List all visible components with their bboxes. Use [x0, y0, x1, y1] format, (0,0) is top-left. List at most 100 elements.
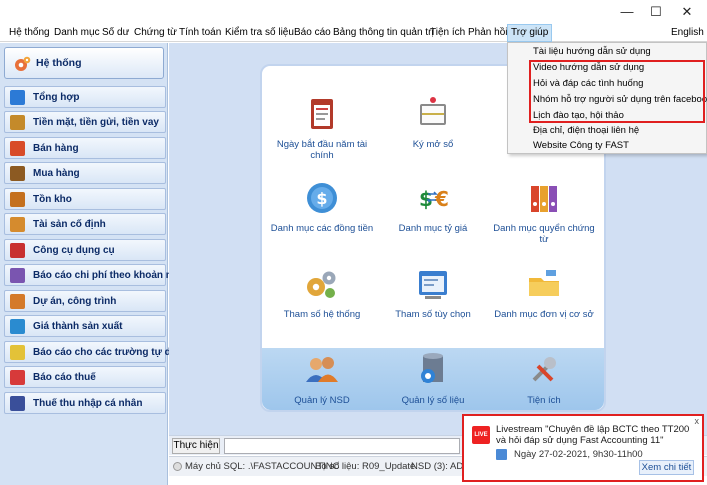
sidebar-item-label: Tổng hợp [33, 92, 80, 103]
tile-danh-muc-don-vi[interactable]: Danh mục đơn vị cơ sở [489, 264, 599, 320]
menu-danh-muc[interactable]: Danh mục [54, 24, 100, 42]
view-details-button[interactable]: Xem chi tiết [639, 460, 694, 475]
menu-so-du[interactable]: Số dư [102, 24, 129, 42]
module-icon [10, 370, 25, 385]
notification-message: Livestream "Chuyên đề lập BCTC theo TT20… [496, 424, 690, 446]
command-input[interactable] [224, 438, 460, 454]
module-icon [10, 319, 25, 334]
connection-status-icon [173, 462, 182, 471]
close-button[interactable]: ✕ [673, 3, 701, 21]
sidebar-item[interactable]: Tài sản cố định [4, 213, 166, 235]
dollar-coin-icon: $ [307, 183, 337, 213]
sidebar-item[interactable]: Công cụ dụng cụ [4, 239, 166, 261]
sidebar-header-label: Hệ thống [36, 57, 82, 69]
tile-tham-so-he-thong[interactable]: Tham số hệ thống [267, 264, 377, 320]
module-icon [10, 217, 25, 232]
sidebar-item-label: Mua hàng [33, 168, 80, 179]
menu-tro-giup[interactable]: Trợ giúp [507, 24, 553, 42]
gears-icon [307, 271, 336, 298]
sidebar-item[interactable]: Tổng hợp [4, 86, 166, 108]
binders-icon [531, 186, 557, 212]
menu-phan-hoi[interactable]: Phản hồi [468, 24, 507, 42]
menu-bar: Hệ thống Danh mục Số dư Chứng từ Tính to… [0, 24, 707, 42]
tools-icon [532, 357, 556, 382]
tile-label: Danh mục các đồng tiền [270, 223, 374, 234]
tile-label: Ký mở sổ [412, 139, 454, 150]
tile-label: Danh mục đơn vị cơ sở [494, 309, 594, 320]
sidebar-item-label: Bán hàng [33, 143, 79, 154]
svg-text:€: € [434, 187, 449, 211]
menu-tien-ich[interactable]: Tiện ích [430, 24, 465, 42]
menu-he-thong[interactable]: Hệ thống [9, 24, 50, 42]
module-icon [10, 294, 25, 309]
module-icon [10, 141, 25, 156]
module-icon [10, 90, 25, 105]
tile-danh-muc-dong-tien[interactable]: $ Danh mục các đồng tiền [267, 178, 377, 234]
sidebar-item[interactable]: Giá thành sản xuất [4, 315, 166, 337]
calendar-icon [311, 99, 333, 129]
sidebar-item[interactable]: Báo cáo chi phí theo khoản mục [4, 264, 186, 286]
help-menu-item[interactable]: Tài liệu hướng dẫn sử dụng [533, 46, 651, 57]
tile-label: Danh mục tỷ giá [398, 223, 468, 234]
sidebar-item[interactable]: Mua hàng [4, 162, 166, 184]
exchange-rate-icon: $ € [419, 187, 449, 211]
help-menu-item[interactable]: Website Công ty FAST [533, 140, 629, 151]
sidebar-item-label: Báo cáo cho các trường tự do [33, 347, 177, 358]
calendar-icon [496, 449, 507, 460]
sidebar-item[interactable]: Tồn kho [4, 188, 166, 210]
sidebar-item[interactable]: Dự án, công trình [4, 290, 166, 312]
database-icon [421, 353, 443, 383]
svg-text:$: $ [316, 189, 327, 208]
tile-label: Tiện ích [527, 395, 561, 406]
tile-label: Tham số tùy chọn [395, 309, 471, 320]
tile-quan-ly-so-lieu[interactable]: Quản lý số liệu [378, 350, 488, 406]
sidebar-item[interactable]: Báo cáo cho các trường tự do [4, 341, 177, 363]
tile-label: Danh mục quyển chứng từ [493, 223, 595, 245]
module-icon [10, 243, 25, 258]
tile-tham-so-tuy-chon[interactable]: Tham số tùy chọn [378, 264, 488, 320]
live-badge-icon: LIVE [472, 426, 490, 444]
settings-window-icon [419, 271, 447, 299]
module-sidebar: Hệ thống Tổng hợp Tiền mặt, tiền gửi, tiề… [0, 43, 186, 485]
module-icon [10, 268, 25, 283]
livestream-notification: x LIVE Livestream "Chuyên đề lập BCTC th… [462, 414, 704, 482]
tile-label: Quản lý NSD [294, 395, 350, 406]
menu-kiem-tra-so-lieu[interactable]: Kiểm tra số liệu [225, 24, 294, 42]
menu-bao-cao[interactable]: Báo cáo [294, 24, 331, 42]
users-icon [306, 357, 338, 382]
sidebar-item[interactable]: Thuế thu nhập cá nhân [4, 392, 166, 414]
notification-date: Ngày 27-02-2021, 9h30-11h00 [514, 449, 643, 460]
tile-danh-muc-ty-gia[interactable]: $ € Danh mục tỷ giá [378, 178, 488, 234]
tile-quan-ly-nsd[interactable]: Quản lý NSD [267, 350, 377, 406]
folder-structure-icon [529, 270, 559, 296]
execute-button[interactable]: Thực hiện [172, 438, 220, 454]
module-icon [10, 345, 25, 360]
sidebar-item-label: Tồn kho [33, 194, 72, 205]
status-database: Bộ số liệu: R09_Update [315, 461, 416, 472]
menu-tinh-toan[interactable]: Tính toán [179, 24, 221, 42]
language-switch[interactable]: English [671, 24, 704, 42]
tile-tien-ich[interactable]: Tiện ích [489, 350, 599, 406]
sidebar-item[interactable]: Tiền mặt, tiền gửi, tiền vay [4, 111, 166, 133]
sidebar-item-label: Báo cáo chi phí theo khoản mục [33, 270, 187, 281]
minimize-button[interactable]: — [613, 3, 641, 21]
module-icon [10, 396, 25, 411]
tile-danh-muc-quyen-chung-tu[interactable]: Danh mục quyển chứng từ [489, 178, 599, 245]
tile-ngay-bat-dau[interactable]: Ngày bắt đầu năm tài chính [267, 94, 377, 161]
menu-chung-tu[interactable]: Chứng từ [134, 24, 177, 42]
maximize-button[interactable]: ☐ [642, 3, 670, 21]
title-bar: — ☐ ✕ [0, 0, 707, 24]
sidebar-item-label: Dự án, công trình [33, 296, 117, 307]
sidebar-item-label: Báo cáo thuế [33, 372, 96, 383]
sidebar-item[interactable]: Bán hàng [4, 137, 166, 159]
highlight-annotation [529, 60, 705, 123]
tile-label: Tham số hệ thống [283, 309, 361, 320]
notebook-icon [420, 97, 446, 125]
sidebar-item-label: Tài sản cố định [33, 219, 106, 230]
tile-ky-mo-so[interactable]: Ký mở sổ [378, 94, 488, 150]
menu-bang-thong-tin[interactable]: Bảng thông tin quản trị [333, 24, 434, 42]
help-menu-item[interactable]: Địa chỉ, điện thoại liên hệ [533, 125, 639, 136]
sidebar-item[interactable]: Báo cáo thuế [4, 366, 166, 388]
module-icon [10, 192, 25, 207]
sidebar-header-he-thong[interactable]: Hệ thống [4, 47, 164, 79]
